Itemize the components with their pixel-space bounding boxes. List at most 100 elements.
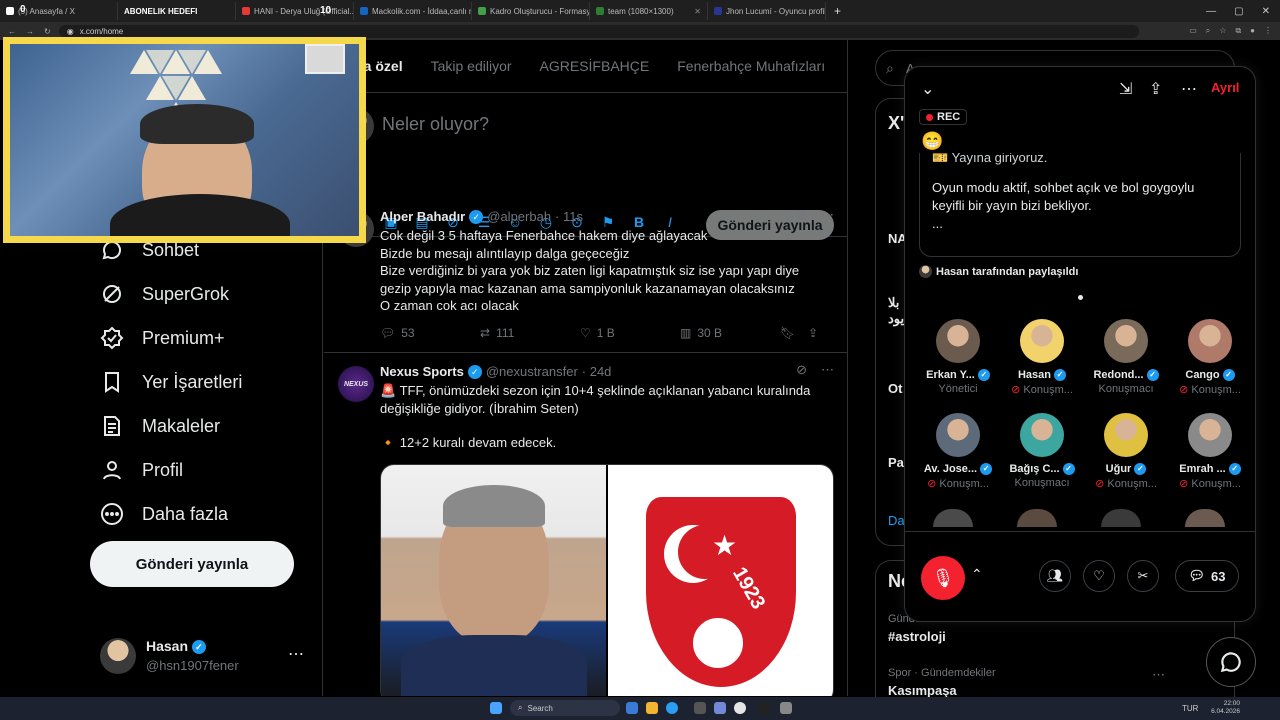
language-indicator[interactable]: TUR xyxy=(1182,704,1198,713)
zoom-icon[interactable]: ⌕ xyxy=(1206,26,1210,36)
mic-muted-button[interactable]: 🎙︎ xyxy=(921,556,965,600)
sidebar-item-bookmarks[interactable]: Yer İşaretleri xyxy=(100,370,242,394)
account-more-icon[interactable]: ⋯ xyxy=(288,644,304,664)
tab-fenerbahce-muhafizlari[interactable]: Fenerbahçe Muhafızları xyxy=(663,58,839,74)
site-info-icon[interactable]: ◉ xyxy=(67,27,74,36)
speaker-avatar[interactable] xyxy=(1104,413,1148,457)
reply-button[interactable]: 💬︎ 53 xyxy=(380,326,480,340)
minimize-icon[interactable]: — xyxy=(1206,6,1216,17)
chat-button[interactable]: 💬︎ 63 xyxy=(1175,560,1239,592)
file-explorer-icon[interactable] xyxy=(646,702,658,714)
post-button[interactable]: Gönderi yayınla xyxy=(90,541,294,587)
forward-icon[interactable]: → xyxy=(26,27,34,36)
tweet-media[interactable]: ★ 1923 xyxy=(380,464,834,696)
sidebar-item-supergrok[interactable]: SuperGrok xyxy=(100,282,229,306)
people-button[interactable]: 👥︎ xyxy=(1039,560,1071,592)
tweet-photo[interactable] xyxy=(381,465,606,696)
browser-tab[interactable]: ABONELIK HEDEFI xyxy=(118,2,236,20)
new-tab-button[interactable]: + xyxy=(826,4,849,18)
author-name[interactable]: Nexus Sports xyxy=(380,364,464,379)
messages-button[interactable] xyxy=(1206,637,1256,687)
sidebar-item-more[interactable]: Daha fazla xyxy=(100,502,228,526)
author-name[interactable]: Alper Bahadır xyxy=(380,209,465,224)
speaker-tile[interactable]: Av. Jose... ✓ ⊘ Konuşm... xyxy=(917,413,999,490)
more-icon[interactable]: ⋯ xyxy=(1181,79,1197,99)
speaker-avatar[interactable] xyxy=(1188,413,1232,457)
back-icon[interactable]: ← xyxy=(8,27,16,36)
discord-icon[interactable] xyxy=(714,702,726,714)
page-dot[interactable] xyxy=(1078,295,1083,300)
taskbar-search[interactable]: ⌕ Search xyxy=(510,700,620,716)
speaker-tile[interactable]: Bağış C... ✓ Konuşmacı xyxy=(1001,413,1083,489)
avatar[interactable]: NEXUS xyxy=(338,366,374,402)
speaker-avatar[interactable] xyxy=(1104,319,1148,363)
chevron-up-icon[interactable]: ⌃ xyxy=(971,566,983,583)
speaker-avatar[interactable] xyxy=(1020,319,1064,363)
react-button[interactable]: ♡ xyxy=(1083,560,1115,592)
speaker-avatar[interactable] xyxy=(1020,413,1064,457)
grok-icon[interactable]: ⊘ xyxy=(796,362,807,378)
tweet[interactable]: Alper Bahadır ✓ @alperbah · 11s ⊘ ⋯ Cok d… xyxy=(324,199,847,353)
bookmark-button[interactable]: 🔖︎ xyxy=(780,326,808,340)
extensions-icon[interactable]: ⧉ xyxy=(1235,26,1241,36)
task-view-icon[interactable] xyxy=(626,702,638,714)
speaker-tile[interactable]: Cango ✓ ⊘ Konuşm... xyxy=(1169,319,1251,396)
sidebar-item-articles[interactable]: Makaleler xyxy=(100,414,220,438)
chevron-down-icon[interactable]: ⌄ xyxy=(921,79,934,99)
close-tab-icon[interactable]: ✕ xyxy=(694,7,701,16)
obs-icon[interactable] xyxy=(758,702,770,714)
speaker-tile[interactable]: Erkan Y... ✓ Yönetici xyxy=(917,319,999,395)
grok-icon[interactable]: ⊘ xyxy=(796,207,807,223)
reload-icon[interactable]: ↻ xyxy=(44,27,51,36)
tab-agresifbahce[interactable]: AGRESİFBAHÇE xyxy=(526,58,664,74)
repost-button[interactable]: ⇄ 111 xyxy=(480,326,580,340)
account-switcher[interactable]: Hasan ✓ @hsn1907fener ⋯ xyxy=(100,638,310,678)
share-button[interactable]: ⇪ xyxy=(808,326,818,340)
sidebar-item-profile[interactable]: Profil xyxy=(100,458,183,482)
views-button[interactable]: ▥ 30 B xyxy=(680,326,780,340)
speaker-tile[interactable]: Redond... ✓ Konuşmacı xyxy=(1085,319,1167,395)
edge-icon[interactable] xyxy=(666,702,678,714)
speaker-avatar[interactable] xyxy=(936,413,980,457)
browser-tab[interactable]: (5) Anasayfa / X xyxy=(0,2,118,20)
author-handle[interactable]: @nexustransfer xyxy=(486,364,578,379)
browser-tab[interactable]: team (1080×1300) ✕ xyxy=(590,2,708,20)
speaker-avatar[interactable] xyxy=(1188,319,1232,363)
url-field[interactable]: ◉ x.com/home xyxy=(58,24,1139,38)
browser-tab[interactable]: Kadro Oluşturucu - Formasyon✕ xyxy=(472,2,590,20)
more-icon[interactable]: ⋯ xyxy=(821,362,834,378)
clip-button[interactable]: ✂ xyxy=(1127,560,1159,592)
more-icon[interactable]: ⋯ xyxy=(821,207,834,223)
minimize-space-icon[interactable]: ⇲ xyxy=(1119,79,1132,99)
leave-button[interactable]: Ayrıl xyxy=(1211,80,1239,95)
tweet-time[interactable]: · 11s xyxy=(555,209,583,224)
speaker-tile[interactable]: Uğur ✓ ⊘ Konuşm... xyxy=(1085,413,1167,490)
tweet-time[interactable]: · 24d xyxy=(582,364,612,379)
window-close-icon[interactable]: ✕ xyxy=(1262,6,1270,17)
compose-input[interactable]: Neler oluyor? xyxy=(382,114,489,135)
speaker-tile[interactable]: Hasan ✓ ⊘ Konuşm... xyxy=(1001,319,1083,396)
sidebar-item-premium[interactable]: Premium+ xyxy=(100,326,225,350)
cast-icon[interactable]: ▭ xyxy=(1189,26,1197,36)
trend-topic[interactable]: Kasımpaşa xyxy=(888,683,957,698)
speaker-avatar[interactable] xyxy=(936,319,980,363)
author-handle[interactable]: @alperbah xyxy=(487,209,551,224)
more-icon[interactable]: ⋯ xyxy=(1152,667,1165,683)
pinned-post[interactable]: 🎫 Yayına giriyoruz. Oyun modu aktif, soh… xyxy=(919,153,1241,257)
browser-tab[interactable]: Jhon Lucumí - Oyuncu profili 2...✕ xyxy=(708,2,826,20)
maximize-icon[interactable]: ▢ xyxy=(1234,6,1243,17)
browser-tab[interactable]: Mackolik.com - İddaa,canlı ma...✕ xyxy=(354,2,472,20)
share-icon[interactable]: ⇪ xyxy=(1149,79,1162,99)
like-button[interactable]: ♡ 1 B xyxy=(580,326,680,340)
store-icon[interactable] xyxy=(694,702,706,714)
speaker-tile[interactable]: Emrah ... ✓ ⊘ Konuşm... xyxy=(1169,413,1251,490)
browser-tab[interactable]: HANI - Derya Uluğ (Official...✕ xyxy=(236,2,354,20)
trend-topic[interactable]: #astroloji xyxy=(888,629,946,644)
profile-icon[interactable]: ● xyxy=(1250,26,1255,36)
tab-fe[interactable]: FE xyxy=(839,58,847,74)
taskbar-clock[interactable]: 22:00 6.04.2026 xyxy=(1211,700,1240,716)
tff-crest-image[interactable]: ★ 1923 xyxy=(608,465,833,696)
tab-following[interactable]: Takip ediliyor xyxy=(417,58,526,74)
star-icon[interactable]: ☆ xyxy=(1219,26,1226,36)
menu-icon[interactable]: ⋮ xyxy=(1264,26,1272,36)
